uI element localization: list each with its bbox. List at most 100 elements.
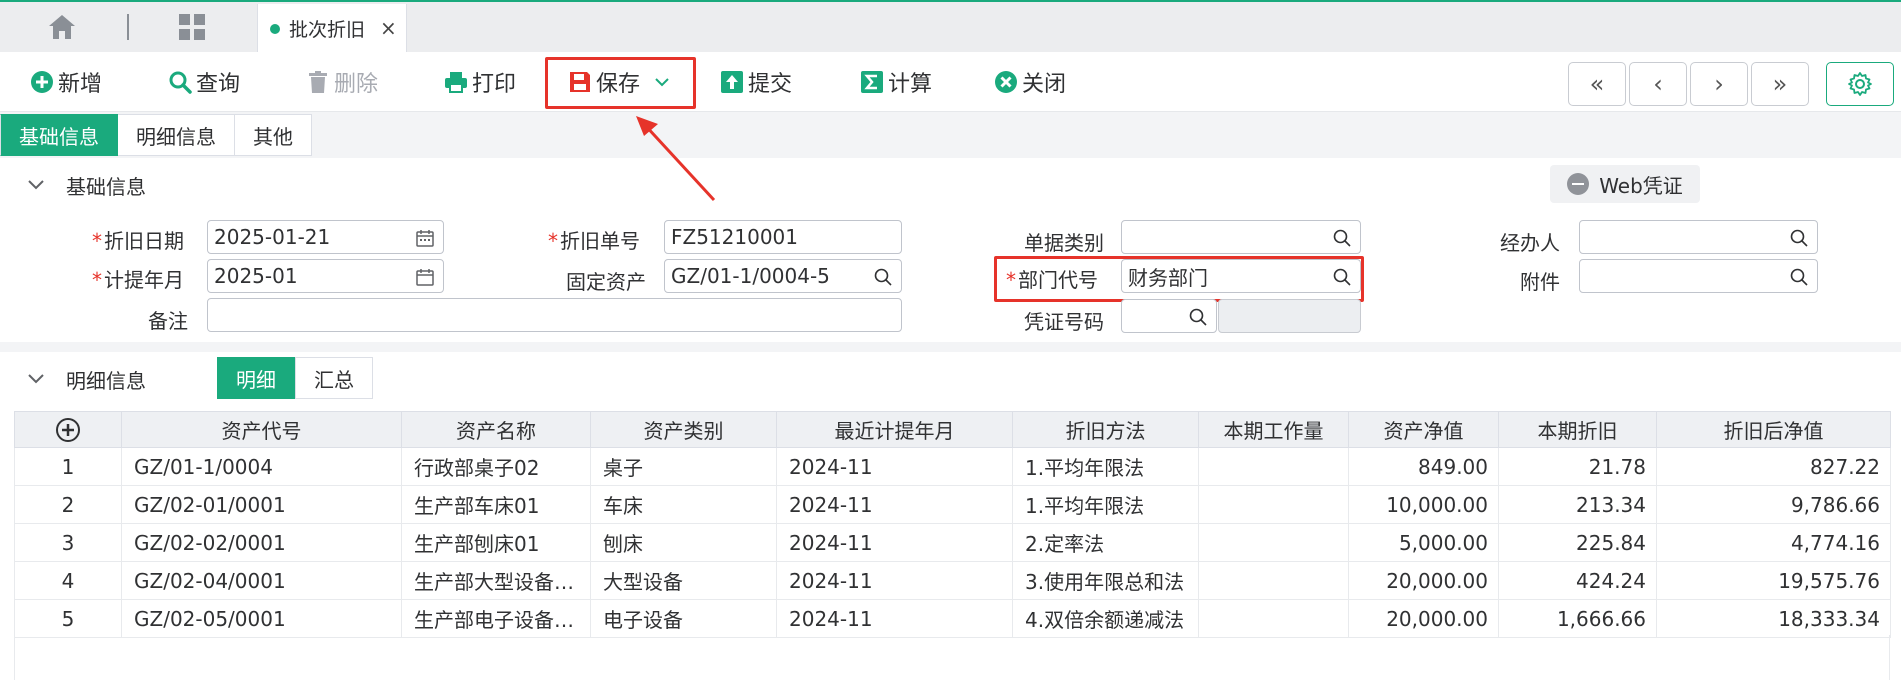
search-icon[interactable] — [1332, 228, 1352, 248]
table-row[interactable]: 3 GZ/02-02/0001 生产部刨床01 刨床 2024-11 2.定率法… — [14, 523, 1891, 562]
attach-field[interactable] — [1579, 259, 1818, 293]
app-grid-icon[interactable] — [178, 13, 206, 41]
col-net-value[interactable]: 资产净值 — [1348, 411, 1499, 448]
cell-asset-name[interactable]: 生产部电子设备… — [401, 599, 591, 638]
search-icon[interactable] — [1188, 307, 1208, 327]
cell-asset-name[interactable]: 生产部车床01 — [401, 485, 591, 524]
next-record-button[interactable]: › — [1690, 62, 1748, 106]
table-row[interactable]: 5 GZ/02-05/0001 生产部电子设备… 电子设备 2024-11 4.… — [14, 599, 1891, 638]
cell-asset-name[interactable]: 生产部大型设备… — [401, 561, 591, 600]
cell-last-period[interactable]: 2024-11 — [776, 523, 1013, 562]
delete-button[interactable]: 删除 — [306, 66, 378, 98]
table-row[interactable]: 2 GZ/02-01/0001 生产部车床01 车床 2024-11 1.平均年… — [14, 485, 1891, 524]
settings-button[interactable] — [1826, 62, 1894, 106]
cell-net-after-dep[interactable]: 9,786.66 — [1656, 485, 1891, 524]
cell-current-dep[interactable]: 424.24 — [1498, 561, 1657, 600]
cell-asset-category[interactable]: 刨床 — [590, 523, 777, 562]
cell-workload[interactable] — [1198, 561, 1349, 600]
cell-net-after-dep[interactable]: 827.22 — [1656, 447, 1891, 486]
calendar-icon[interactable] — [415, 228, 435, 248]
tab-batch-depreciation[interactable]: 批次折旧 × — [257, 4, 407, 54]
period-field[interactable]: 2025-01 — [207, 259, 444, 293]
cell-last-period[interactable]: 2024-11 — [776, 447, 1013, 486]
handler-field[interactable] — [1579, 220, 1818, 254]
remark-field[interactable] — [207, 298, 902, 332]
dep-date-field[interactable]: 2025-01-21 — [207, 220, 444, 254]
cell-last-period[interactable]: 2024-11 — [776, 561, 1013, 600]
first-record-button[interactable]: « — [1568, 62, 1626, 106]
cell-asset-name[interactable]: 行政部桌子02 — [401, 447, 591, 486]
cell-net-value[interactable]: 5,000.00 — [1348, 523, 1499, 562]
col-dep-method[interactable]: 折旧方法 — [1012, 411, 1199, 448]
col-last-period[interactable]: 最近计提年月 — [776, 411, 1013, 448]
cell-dep-method[interactable]: 1.平均年限法 — [1012, 485, 1199, 524]
seg-summary[interactable]: 汇总 — [295, 357, 373, 399]
col-asset-code[interactable]: 资产代号 — [121, 411, 402, 448]
close-button[interactable]: 关闭 — [994, 66, 1066, 98]
search-icon[interactable] — [1789, 267, 1809, 287]
search-icon[interactable] — [1789, 228, 1809, 248]
tab-other[interactable]: 其他 — [235, 114, 312, 156]
dep-no-field[interactable]: FZ51210001 — [664, 220, 902, 254]
web-voucher-button[interactable]: Web凭证 — [1550, 165, 1700, 203]
col-workload[interactable]: 本期工作量 — [1198, 411, 1349, 448]
asset-field[interactable]: GZ/01-1/0004-5 — [664, 259, 902, 293]
cell-net-after-dep[interactable]: 18,333.34 — [1656, 599, 1891, 638]
cell-net-value[interactable]: 20,000.00 — [1348, 561, 1499, 600]
cell-net-value[interactable]: 10,000.00 — [1348, 485, 1499, 524]
cell-asset-category[interactable]: 电子设备 — [590, 599, 777, 638]
cell-workload[interactable] — [1198, 447, 1349, 486]
table-row[interactable]: 1 GZ/01-1/0004 行政部桌子02 桌子 2024-11 1.平均年限… — [14, 447, 1891, 486]
cell-dep-method[interactable]: 3.使用年限总和法 — [1012, 561, 1199, 600]
seg-detail[interactable]: 明细 — [217, 357, 295, 399]
cell-asset-name[interactable]: 生产部刨床01 — [401, 523, 591, 562]
calendar-icon[interactable] — [415, 267, 435, 287]
cell-last-period[interactable]: 2024-11 — [776, 485, 1013, 524]
add-button[interactable]: 新增 — [30, 66, 102, 98]
cell-workload[interactable] — [1198, 523, 1349, 562]
cell-asset-category[interactable]: 大型设备 — [590, 561, 777, 600]
col-asset-category[interactable]: 资产类别 — [590, 411, 777, 448]
cell-current-dep[interactable]: 213.34 — [1498, 485, 1657, 524]
cell-net-value[interactable]: 20,000.00 — [1348, 599, 1499, 638]
tab-close-icon[interactable]: × — [380, 16, 397, 40]
add-row-cell[interactable] — [14, 411, 122, 448]
cell-asset-code[interactable]: GZ/02-01/0001 — [121, 485, 402, 524]
tab-detail-info[interactable]: 明细信息 — [118, 114, 235, 156]
cell-asset-code[interactable]: GZ/01-1/0004 — [121, 447, 402, 486]
voucher-field[interactable] — [1121, 299, 1217, 333]
col-current-dep[interactable]: 本期折旧 — [1498, 411, 1657, 448]
query-button[interactable]: 查询 — [168, 66, 240, 98]
cell-current-dep[interactable]: 1,666.66 — [1498, 599, 1657, 638]
col-net-after-dep[interactable]: 折旧后净值 — [1656, 411, 1891, 448]
cell-asset-category[interactable]: 桌子 — [590, 447, 777, 486]
col-asset-name[interactable]: 资产名称 — [401, 411, 591, 448]
cell-workload[interactable] — [1198, 599, 1349, 638]
cell-current-dep[interactable]: 225.84 — [1498, 523, 1657, 562]
cell-workload[interactable] — [1198, 485, 1349, 524]
cell-net-after-dep[interactable]: 19,575.76 — [1656, 561, 1891, 600]
cell-last-period[interactable]: 2024-11 — [776, 599, 1013, 638]
table-row[interactable]: 4 GZ/02-04/0001 生产部大型设备… 大型设备 2024-11 3.… — [14, 561, 1891, 600]
collapse-chevron-icon[interactable] — [26, 368, 46, 388]
add-row-icon[interactable] — [55, 417, 81, 443]
cell-net-value[interactable]: 849.00 — [1348, 447, 1499, 486]
collapse-chevron-icon[interactable] — [26, 174, 46, 194]
calculate-button[interactable]: 计算 — [860, 66, 932, 98]
home-icon[interactable] — [48, 14, 76, 40]
cell-dep-method[interactable]: 1.平均年限法 — [1012, 447, 1199, 486]
search-icon[interactable] — [873, 267, 893, 287]
submit-button[interactable]: 提交 — [720, 66, 792, 98]
cell-asset-code[interactable]: GZ/02-04/0001 — [121, 561, 402, 600]
cell-net-after-dep[interactable]: 4,774.16 — [1656, 523, 1891, 562]
tab-basic-info[interactable]: 基础信息 — [0, 114, 118, 156]
cell-asset-code[interactable]: GZ/02-02/0001 — [121, 523, 402, 562]
cell-asset-category[interactable]: 车床 — [590, 485, 777, 524]
cell-current-dep[interactable]: 21.78 — [1498, 447, 1657, 486]
cell-dep-method[interactable]: 4.双倍余额递减法 — [1012, 599, 1199, 638]
last-record-button[interactable]: » — [1751, 62, 1809, 106]
print-button[interactable]: 打印 — [444, 66, 516, 98]
cell-dep-method[interactable]: 2.定率法 — [1012, 523, 1199, 562]
prev-record-button[interactable]: ‹ — [1629, 62, 1687, 106]
cell-asset-code[interactable]: GZ/02-05/0001 — [121, 599, 402, 638]
